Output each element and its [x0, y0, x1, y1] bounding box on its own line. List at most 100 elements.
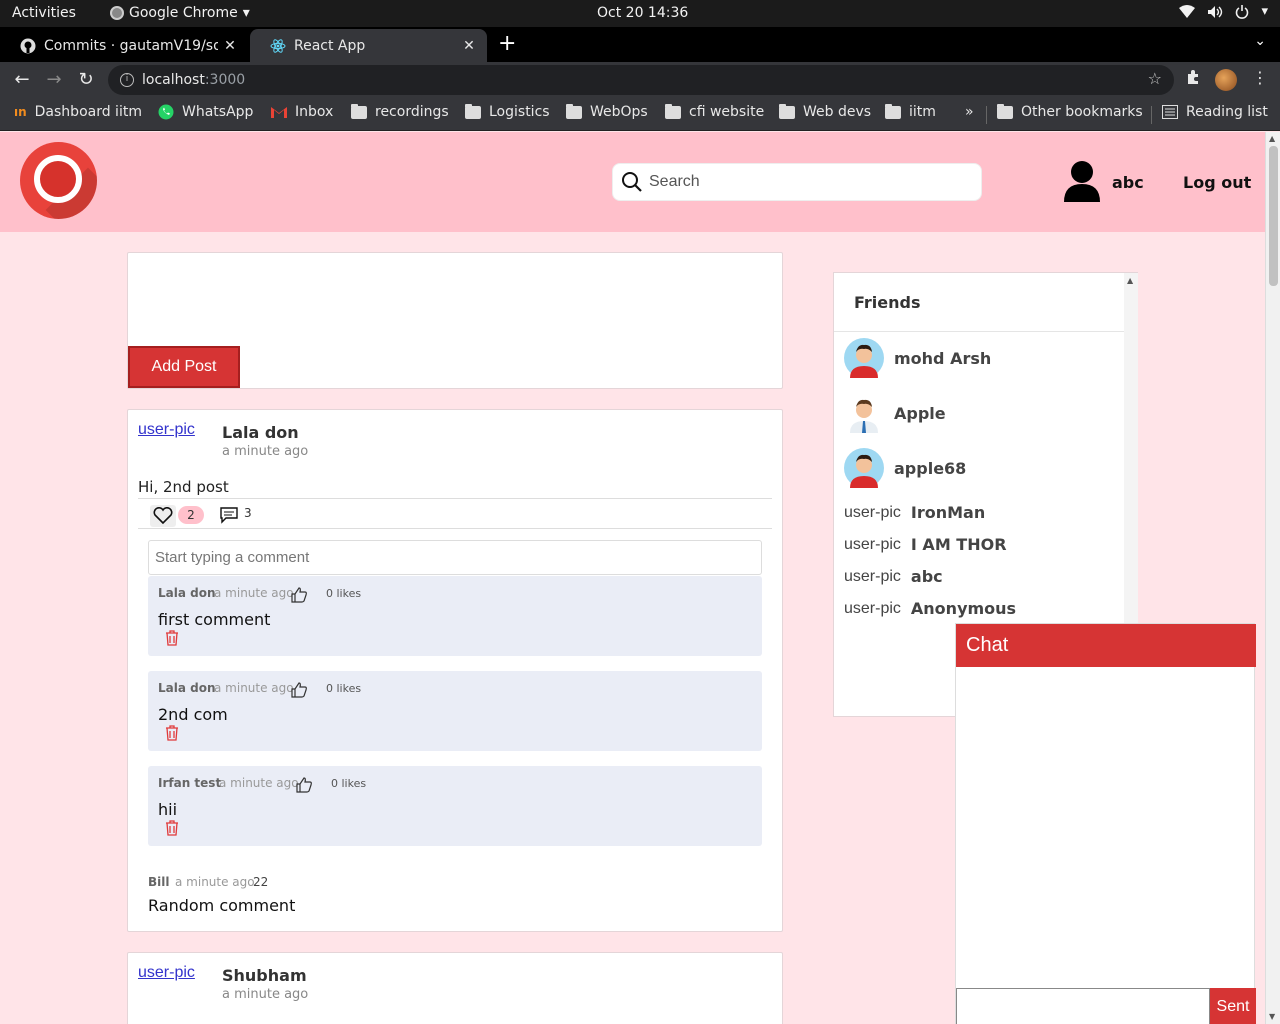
- menu-kebab-icon[interactable]: ⋮: [1252, 68, 1268, 87]
- bookmark-dashboard[interactable]: ın Dashboard iitm: [14, 104, 142, 120]
- post-author[interactable]: Lala don: [222, 423, 299, 442]
- comment-text: 2nd com: [158, 705, 228, 724]
- avatar: [850, 399, 878, 433]
- friend-name: apple68: [894, 458, 967, 478]
- bookmark-separator: [986, 106, 987, 124]
- comment-text: hii: [158, 800, 178, 819]
- bookmark-web-devs[interactable]: Web devs: [779, 103, 872, 120]
- activities-button[interactable]: Activities: [12, 5, 76, 21]
- friend-name: mohd Arsh: [894, 348, 992, 368]
- post-author[interactable]: Shubham: [222, 966, 307, 985]
- scroll-down-icon[interactable]: ▼: [1269, 1012, 1275, 1021]
- chat-header[interactable]: Chat: [956, 624, 1256, 667]
- comment-time: a minute ago: [214, 681, 294, 695]
- user-pic-broken-image[interactable]: user-pic: [138, 421, 195, 439]
- post-time: a minute ago: [222, 987, 309, 1002]
- address-bar[interactable]: i localhost:3000 ☆: [108, 65, 1174, 95]
- user-pic-broken-image: user-pic: [844, 567, 901, 585]
- system-tray[interactable]: ▾: [1179, 4, 1268, 19]
- avatar: [844, 448, 884, 488]
- close-icon[interactable]: ✕: [218, 38, 242, 54]
- chat-input[interactable]: [956, 988, 1210, 1024]
- friends-title: Friends: [854, 293, 921, 312]
- page-viewport: abc Log out Add Post user-pic Lala don a…: [0, 132, 1265, 1024]
- scroll-up-icon[interactable]: ▲: [1269, 134, 1275, 143]
- bookmark-cfi-website[interactable]: cfi website: [665, 103, 764, 120]
- tab-search-icon[interactable]: ⌄: [1254, 33, 1266, 49]
- friend-item[interactable]: Apple: [844, 393, 946, 433]
- friend-item[interactable]: user-pic abc: [844, 567, 943, 586]
- folder-icon: [665, 103, 681, 119]
- iitm-icon: ın: [14, 105, 27, 119]
- username[interactable]: abc: [1112, 173, 1144, 192]
- app-header: abc Log out: [0, 132, 1265, 232]
- bookmark-webops[interactable]: WebOps: [566, 103, 648, 120]
- app-logo[interactable]: [20, 142, 97, 219]
- forward-button[interactable]: →: [43, 69, 65, 90]
- like-button[interactable]: [150, 505, 176, 527]
- scrollbar-thumb[interactable]: [1269, 146, 1278, 286]
- chat-send-button[interactable]: Sent: [1210, 988, 1256, 1024]
- thumbs-up-icon[interactable]: [295, 776, 313, 794]
- tab-react-app[interactable]: React App ✕: [250, 29, 487, 62]
- tab-title: Commits · gautamV19/so: [44, 37, 218, 54]
- bookmark-label: iitm: [909, 104, 936, 120]
- close-icon[interactable]: ✕: [457, 38, 481, 54]
- scroll-up-icon[interactable]: ▲: [1127, 276, 1133, 285]
- folder-icon: [351, 103, 367, 119]
- friend-item[interactable]: user-pic IronMan: [844, 503, 985, 522]
- friend-item[interactable]: user-pic Anonymous: [844, 599, 1016, 618]
- other-bookmarks[interactable]: Other bookmarks: [997, 103, 1143, 120]
- comment-author[interactable]: Irfan test: [158, 776, 221, 790]
- bookmark-iitm[interactable]: iitm: [885, 103, 936, 120]
- folder-icon: [566, 103, 582, 119]
- user-icon[interactable]: [1064, 160, 1100, 202]
- chrome-icon: [110, 6, 124, 20]
- new-tab-button[interactable]: +: [498, 31, 516, 56]
- bookmark-whatsapp[interactable]: WhatsApp: [158, 104, 253, 120]
- comment-icon[interactable]: [219, 506, 239, 524]
- volume-icon: [1208, 5, 1223, 18]
- page-scrollbar[interactable]: ▲ ▼: [1265, 132, 1280, 1024]
- friend-name: Apple: [894, 403, 946, 423]
- search-box[interactable]: [612, 163, 982, 201]
- thumbs-up-icon[interactable]: [290, 681, 308, 699]
- user-pic-broken-image[interactable]: user-pic: [138, 964, 195, 982]
- clock[interactable]: Oct 20 14:36: [597, 5, 688, 21]
- trash-icon[interactable]: [165, 725, 179, 741]
- post-content: Hi, 2nd post: [138, 478, 229, 496]
- trash-icon[interactable]: [165, 630, 179, 646]
- back-button[interactable]: ←: [11, 69, 33, 90]
- bookmark-inbox[interactable]: Inbox: [271, 104, 333, 120]
- bookmark-label: Web devs: [803, 104, 872, 120]
- friend-item[interactable]: apple68: [844, 448, 966, 488]
- bookmark-star-icon[interactable]: ☆: [1148, 69, 1162, 88]
- comment-author[interactable]: Lala don: [158, 681, 216, 695]
- bookmark-recordings[interactable]: recordings: [351, 103, 449, 120]
- search-input[interactable]: [649, 173, 981, 191]
- comment-time: a minute ago: [214, 586, 294, 600]
- browser-toolbar: ← → ↻ i localhost:3000 ☆ ⋮: [0, 62, 1280, 98]
- trash-icon[interactable]: [165, 820, 179, 836]
- more-bookmarks-button[interactable]: »: [965, 104, 974, 120]
- extensions-icon[interactable]: [1185, 69, 1201, 89]
- friend-item[interactable]: mohd Arsh: [844, 338, 991, 378]
- friend-item[interactable]: user-pic I AM THOR: [844, 535, 1007, 554]
- logo-ring: [34, 155, 82, 203]
- comment-author[interactable]: Lala don: [158, 586, 216, 600]
- reading-list[interactable]: Reading list: [1162, 104, 1268, 120]
- friends-scrollbar[interactable]: ▲: [1124, 273, 1138, 623]
- add-post-button[interactable]: Add Post: [128, 346, 240, 388]
- comment-author[interactable]: Bill: [148, 875, 170, 889]
- comment-input[interactable]: [148, 540, 762, 575]
- chevron-down-icon: ▾: [242, 5, 250, 21]
- app-menu[interactable]: Google Chrome ▾: [110, 5, 250, 21]
- tab-commits[interactable]: Commits · gautamV19/so ✕: [0, 29, 248, 62]
- info-icon[interactable]: i: [120, 73, 134, 87]
- bookmark-logistics[interactable]: Logistics: [465, 103, 550, 120]
- reload-button[interactable]: ↻: [75, 69, 97, 90]
- react-icon: [270, 38, 286, 54]
- thumbs-up-icon[interactable]: [290, 586, 308, 604]
- logout-button[interactable]: Log out: [1183, 173, 1251, 192]
- profile-avatar[interactable]: [1215, 69, 1237, 91]
